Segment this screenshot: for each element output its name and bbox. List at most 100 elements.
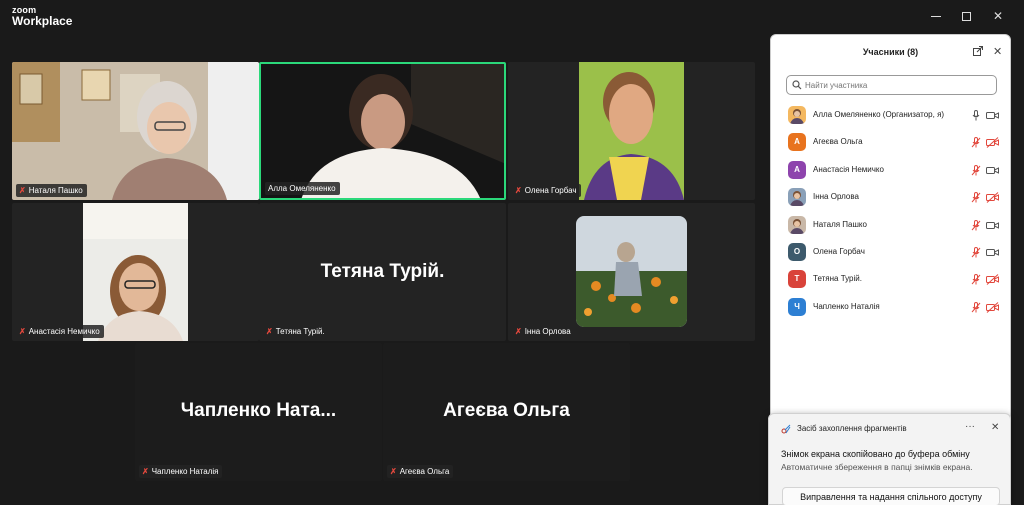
camera-icon[interactable] — [986, 220, 999, 231]
mic-muted-icon: ✗ — [266, 327, 273, 336]
snipping-tool-notification[interactable]: Засіб захоплення фрагментів ··· ✕ Знімок… — [768, 413, 1011, 505]
participant-row[interactable]: Ч Чапленко Наталія — [771, 294, 1010, 321]
more-options-icon[interactable]: ··· — [965, 421, 975, 432]
video-tile-tetiana-turii[interactable]: Тетяна Турій. ✗ Тетяна Турій. — [259, 203, 506, 341]
mic-icon[interactable] — [971, 110, 981, 121]
participant-name: Наталя Пашко — [813, 219, 867, 229]
notification-app-name: Засіб захоплення фрагментів — [797, 424, 907, 433]
participant-video — [579, 62, 684, 200]
camera-off-icon[interactable] — [986, 137, 999, 149]
avatar — [788, 188, 806, 207]
mic-muted-icon: ✗ — [19, 327, 26, 336]
avatar: Т — [788, 270, 806, 289]
participant-row[interactable]: А Агеєва Ольга — [771, 129, 1010, 156]
mic-muted-icon[interactable] — [971, 164, 981, 176]
profile-photo — [576, 216, 687, 327]
zoom-window: zoom Workplace ✕ ✗ Наталя Пашко Алла Оме… — [0, 0, 1024, 505]
participant-row[interactable]: Наталя Пашко — [771, 212, 1010, 239]
mic-muted-icon: ✗ — [142, 467, 149, 476]
close-window-button[interactable]: ✕ — [989, 8, 1007, 24]
camera-icon[interactable] — [986, 247, 999, 258]
avatar: А — [788, 133, 806, 152]
participant-video — [83, 203, 188, 341]
name-tag: ✗ Наталя Пашко — [16, 184, 87, 197]
logo-line2: Workplace — [12, 14, 73, 28]
participant-video — [261, 64, 504, 198]
mic-muted-icon[interactable] — [971, 192, 981, 203]
camera-icon[interactable] — [986, 110, 999, 121]
minimize-button[interactable] — [927, 8, 945, 24]
participant-name: Інна Орлова — [813, 192, 859, 202]
mic-muted-icon[interactable] — [971, 219, 981, 231]
participant-row[interactable]: Алла Омеляненко (Организатор, я) — [771, 102, 1010, 129]
name-tag: ✗ Анастасія Немичко — [16, 325, 104, 338]
name-tag: Алла Омеляненко — [265, 182, 340, 195]
name-tag-label: Олена Горбач — [524, 186, 577, 195]
name-tag-label: Агеєва Ольга — [399, 467, 450, 476]
snipping-tool-icon — [781, 424, 791, 434]
camera-off-icon[interactable] — [986, 274, 999, 286]
participant-row[interactable]: О Олена Горбач — [771, 239, 1010, 266]
edit-and-share-button[interactable]: Виправлення та надання спільного доступу — [782, 487, 1000, 505]
participant-display-name: Тетяна Турій. — [320, 261, 445, 282]
mic-muted-icon[interactable] — [971, 246, 981, 258]
video-tile-natalia-pashko[interactable]: ✗ Наталя Пашко — [12, 62, 259, 200]
name-tag-label: Алла Омеляненко — [268, 184, 336, 193]
pop-out-icon[interactable] — [973, 46, 983, 56]
mic-muted-icon[interactable] — [971, 301, 981, 313]
camera-off-icon[interactable] — [986, 301, 999, 313]
maximize-button[interactable] — [957, 8, 975, 24]
name-tag-label: Анастасія Немичко — [28, 327, 100, 336]
video-tile-alla-omelianenko[interactable]: Алла Омеляненко — [259, 62, 506, 200]
video-tile-olena-horbach[interactable]: ✗ Олена Горбач — [508, 62, 755, 200]
participant-name: Алла Омеляненко (Организатор, я) — [813, 110, 945, 119]
participant-search[interactable] — [786, 75, 997, 95]
video-tile-aheieva-olha[interactable]: Агеєва Ольга ✗ Агеєва Ольга — [383, 343, 630, 481]
name-tag-label: Чапленко Наталія — [151, 467, 219, 476]
notification-body: Автоматичне збереження в папці знімків е… — [781, 462, 973, 472]
name-tag-label: Інна Орлова — [524, 327, 571, 336]
mic-muted-icon: ✗ — [515, 327, 522, 336]
participant-row[interactable]: Т Тетяна Турій. — [771, 266, 1010, 293]
participant-name: Тетяна Турій. — [813, 274, 862, 284]
name-tag: ✗ Інна Орлова — [512, 325, 575, 338]
participant-video — [12, 62, 259, 200]
notification-title: Знімок екрана скопійовано до буфера обмі… — [781, 449, 970, 459]
name-tag: ✗ Олена Горбач — [512, 184, 581, 197]
avatar — [788, 215, 806, 234]
video-tile-chaplenko-nataliia[interactable]: Чапленко Ната... ✗ Чапленко Наталія — [135, 343, 382, 481]
avatar: Ч — [788, 297, 806, 316]
avatar: А — [788, 160, 806, 179]
zoom-logo: zoom Workplace — [12, 6, 73, 28]
avatar — [788, 106, 806, 124]
participant-display-name: Агеєва Ольга — [443, 400, 570, 421]
participant-name: Анастасія Немичко — [813, 164, 884, 174]
participant-display-name: Чапленко Ната... — [180, 400, 337, 421]
close-notification-icon[interactable]: ✕ — [991, 422, 999, 433]
video-tile-inna-orlova[interactable]: ✗ Інна Орлова — [508, 203, 755, 341]
participant-row[interactable]: А Анастасія Немичко — [771, 157, 1010, 184]
title-bar: zoom Workplace ✕ — [0, 0, 1024, 32]
mic-muted-icon: ✗ — [390, 467, 397, 476]
maximize-icon — [961, 12, 971, 21]
participant-list: Алла Омеляненко (Организатор, я) А Агеєва … — [771, 102, 1010, 321]
mic-muted-icon[interactable] — [971, 274, 981, 285]
mic-muted-icon: ✗ — [515, 186, 522, 195]
participant-name: Агеєва Ольга — [813, 137, 863, 147]
name-tag: ✗ Чапленко Наталія — [139, 465, 223, 478]
close-panel-icon[interactable]: ✕ — [993, 45, 1002, 58]
avatar: О — [788, 242, 806, 261]
mic-muted-icon[interactable] — [971, 137, 981, 148]
participant-row[interactable]: Інна Орлова — [771, 184, 1010, 211]
name-tag-label: Наталя Пашко — [28, 186, 83, 195]
search-input[interactable] — [805, 78, 990, 92]
minimize-icon — [931, 16, 941, 17]
participant-name: Чапленко Наталія — [813, 301, 880, 311]
camera-off-icon[interactable] — [986, 192, 999, 204]
video-tile-anastasiia-nemychko[interactable]: ✗ Анастасія Немичко — [12, 203, 259, 341]
mic-muted-icon: ✗ — [19, 186, 26, 195]
camera-icon[interactable] — [986, 165, 999, 176]
name-tag: ✗ Агеєва Ольга — [387, 465, 454, 478]
participant-name: Олена Горбач — [813, 246, 865, 256]
name-tag: ✗ Тетяна Турій. — [263, 325, 329, 338]
